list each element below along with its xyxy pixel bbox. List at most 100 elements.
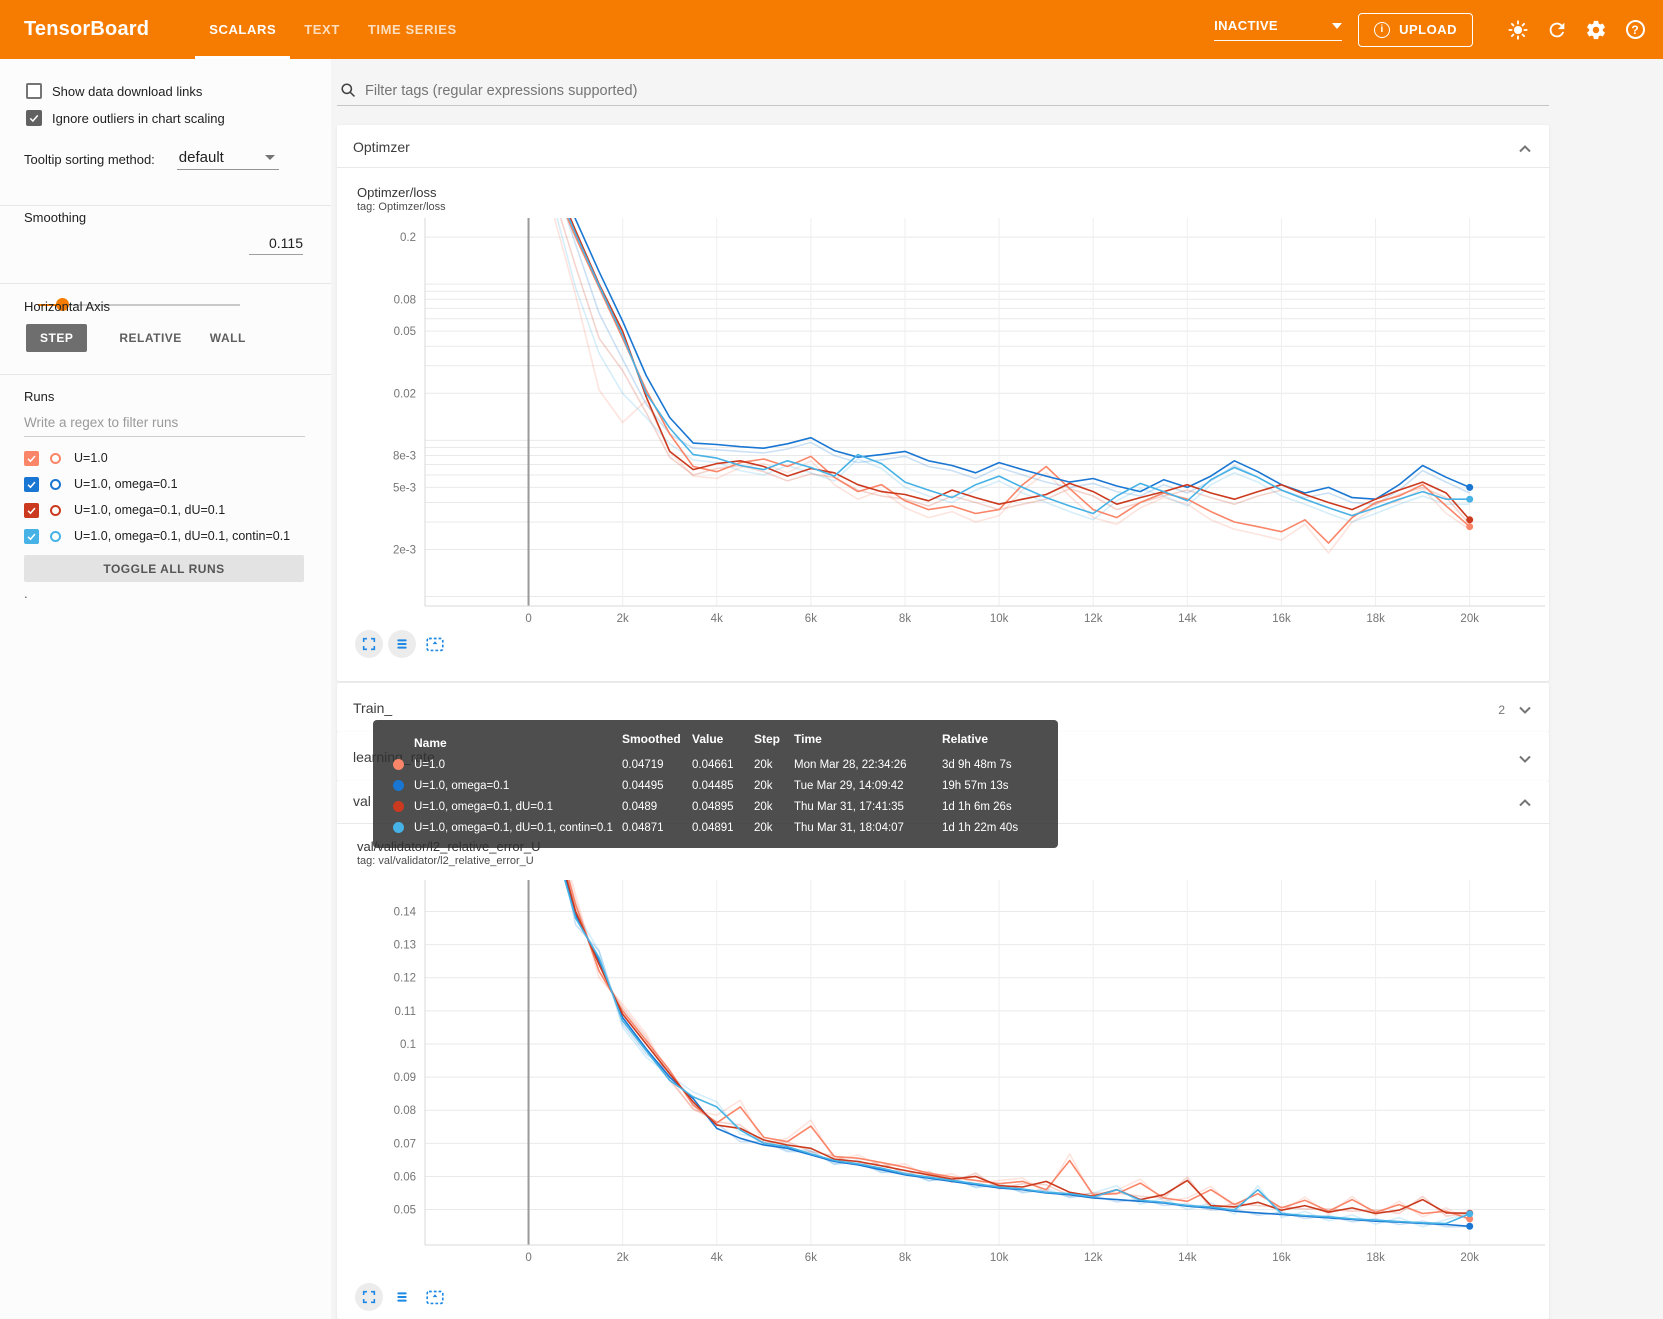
svg-text:0.08: 0.08 — [394, 1105, 416, 1117]
svg-text:0.07: 0.07 — [394, 1138, 416, 1150]
svg-text:20k: 20k — [1460, 613, 1479, 625]
divider — [0, 283, 331, 284]
settings-sidebar: Show data download links Ignore outliers… — [0, 59, 331, 1319]
chart-tag: tag: Optimzer/loss — [357, 201, 446, 213]
run-label: U=1.0, omega=0.1, dU=0.1 — [74, 503, 226, 517]
run-color-radio-icon[interactable] — [50, 478, 61, 490]
tooltip-smoothed: 0.04871 — [622, 821, 664, 834]
axis-wall-button[interactable]: WALL — [196, 324, 260, 352]
tooltip-sorting-value: default — [178, 149, 224, 166]
help-icon[interactable]: ? — [1623, 18, 1647, 42]
svg-text:0.12: 0.12 — [394, 973, 416, 985]
tooltip-smoothed: 0.04719 — [622, 758, 664, 771]
fit-domain-icon[interactable] — [421, 1283, 449, 1311]
settings-icon[interactable] — [1584, 18, 1608, 42]
toggle-all-runs-button[interactable]: TOGGLE ALL RUNS — [24, 555, 304, 582]
svg-text:16k: 16k — [1272, 1252, 1291, 1264]
run-item[interactable]: U=1.0, omega=0.1, dU=0.1, contin=0.1 — [24, 523, 314, 549]
tooltip-value: 0.04485 — [692, 779, 734, 792]
data-status-dropdown[interactable]: INACTIVE — [1214, 18, 1343, 41]
collapse-section-icon[interactable] — [1513, 791, 1537, 815]
expand-chart-icon[interactable] — [355, 630, 383, 658]
expand-section-icon[interactable] — [1513, 747, 1537, 771]
tooltip-value: 0.04661 — [692, 758, 734, 771]
collapse-section-icon[interactable] — [1513, 137, 1537, 161]
svg-text:6k: 6k — [805, 613, 817, 625]
run-color-radio-icon[interactable] — [50, 530, 61, 542]
section-title-optimizer: Optimzer — [353, 139, 410, 155]
run-checkbox-icon[interactable] — [24, 450, 39, 466]
fit-domain-icon[interactable] — [421, 630, 449, 658]
chevron-down-icon — [264, 155, 275, 160]
svg-text:18k: 18k — [1366, 613, 1385, 625]
tooltip-run-name: U=1.0, omega=0.1 — [387, 775, 622, 796]
run-color-dot — [393, 780, 404, 791]
svg-text:0.2: 0.2 — [400, 232, 416, 244]
tooltip-step: 20k — [754, 779, 773, 792]
run-item[interactable]: U=1.0, omega=0.1, dU=0.1 — [24, 497, 314, 523]
expand-section-icon[interactable] — [1513, 698, 1537, 722]
tooltip-run-name: U=1.0, omega=0.1, dU=0.1 — [387, 796, 622, 817]
section-title-val: val — [353, 793, 371, 809]
svg-text:2e-3: 2e-3 — [393, 545, 416, 557]
svg-text:10k: 10k — [990, 613, 1009, 625]
runs-filter-input[interactable]: Write a regex to filter runs — [24, 415, 305, 437]
refresh-icon[interactable] — [1545, 18, 1569, 42]
run-checkbox-icon[interactable] — [24, 476, 39, 492]
horizontal-axis-buttons: STEP RELATIVE WALL — [26, 324, 260, 352]
tooltip-value: 0.04895 — [692, 800, 734, 813]
svg-text:0.05: 0.05 — [394, 1205, 416, 1217]
filter-tags-search[interactable]: Filter tags (regular expressions support… — [337, 76, 1549, 106]
runs-selector-icon[interactable] — [388, 630, 416, 658]
card-optimizer: Optimzer Optimzer/loss tag: Optimzer/los… — [337, 125, 1549, 681]
chart-optimizer-loss[interactable]: 0 2k 4k 6k 8k 10k 12k 14k 16k 18k 20k 0.2 0.08 0.05 0.… — [337, 218, 1549, 630]
upload-label: UPLOAD — [1399, 22, 1457, 37]
tab-bar: SCALARS TEXT TIME SERIES — [195, 0, 471, 59]
section-count-badge: 2 — [1498, 703, 1505, 717]
axis-relative-button[interactable]: RELATIVE — [105, 324, 195, 352]
tooltip-step: 20k — [754, 821, 773, 834]
svg-text:14k: 14k — [1178, 613, 1197, 625]
svg-text:8e-3: 8e-3 — [393, 450, 416, 462]
divider — [0, 374, 331, 375]
run-item[interactable]: U=1.0 — [24, 445, 314, 471]
svg-text:0.11: 0.11 — [394, 1006, 416, 1018]
chart-val-l2-relative-error[interactable]: 0 2k 4k 6k 8k 10k 12k 14k 16k 18k 20k 0.14 0.13 0.12 0… — [337, 880, 1549, 1280]
tooltip-relative: 3d 9h 48m 7s — [942, 758, 1012, 771]
axis-step-button[interactable]: STEP — [26, 324, 88, 352]
tab-text[interactable]: TEXT — [290, 0, 354, 59]
tooltip-value: 0.04891 — [692, 821, 734, 834]
section-title-train: Train_ — [353, 700, 393, 716]
svg-text:10k: 10k — [990, 1252, 1009, 1264]
tooltip-header: Step — [754, 732, 781, 746]
app-title: TensorBoard — [24, 18, 150, 40]
tooltip-relative: 19h 57m 13s — [942, 779, 1009, 792]
run-checkbox-icon[interactable] — [24, 528, 39, 544]
expand-chart-icon[interactable] — [355, 1283, 383, 1311]
tab-time-series[interactable]: TIME SERIES — [354, 0, 471, 59]
tooltip-header: Name — [414, 736, 447, 750]
svg-text:0: 0 — [525, 613, 531, 625]
status-label: INACTIVE — [1214, 18, 1278, 33]
ignore-outliers-checkbox[interactable]: Ignore outliers in chart scaling — [26, 110, 225, 126]
upload-button[interactable]: i UPLOAD — [1358, 12, 1473, 47]
divider — [0, 205, 331, 206]
svg-text:12k: 12k — [1084, 613, 1103, 625]
brightness-icon[interactable] — [1506, 18, 1530, 42]
svg-text:8k: 8k — [899, 1252, 911, 1264]
run-item[interactable]: U=1.0, omega=0.1 — [24, 471, 314, 497]
tooltip-sorting-select[interactable]: default — [176, 149, 279, 170]
show-download-links-checkbox[interactable]: Show data download links — [26, 83, 202, 99]
search-icon — [341, 83, 355, 97]
divider — [337, 167, 1549, 168]
smoothing-value[interactable]: 0.115 — [249, 235, 303, 255]
chart-toolbar — [355, 1283, 449, 1311]
run-checkbox-icon[interactable] — [24, 502, 39, 518]
run-color-radio-icon[interactable] — [50, 504, 61, 516]
tooltip-step: 20k — [754, 758, 773, 771]
run-color-radio-icon[interactable] — [50, 452, 61, 464]
tab-scalars[interactable]: SCALARS — [195, 0, 290, 59]
svg-text:0.1: 0.1 — [400, 1039, 416, 1051]
runs-selector-icon[interactable] — [388, 1283, 416, 1311]
tooltip-relative: 1d 1h 22m 40s — [942, 821, 1019, 834]
